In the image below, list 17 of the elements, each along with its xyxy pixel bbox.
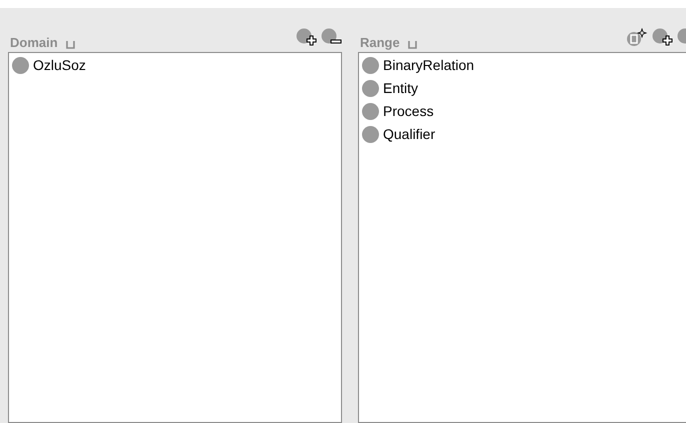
cup-icon bbox=[408, 41, 417, 49]
panel-title: Domain bbox=[10, 36, 58, 49]
cup-icon bbox=[66, 41, 75, 49]
class-icon bbox=[362, 57, 379, 74]
list-item[interactable]: BinaryRelation bbox=[383, 55, 474, 76]
list-item[interactable]: Qualifier bbox=[383, 124, 436, 145]
add-icon[interactable] bbox=[295, 28, 317, 48]
list-item[interactable]: OzluSoz bbox=[33, 55, 86, 76]
class-icon bbox=[362, 103, 379, 120]
new-document-icon[interactable] bbox=[626, 28, 648, 48]
class-icon bbox=[362, 126, 379, 143]
list-item[interactable]: Entity bbox=[383, 78, 418, 99]
class-icon bbox=[362, 80, 379, 97]
list-item[interactable]: Process bbox=[383, 101, 434, 122]
panel-title: Range bbox=[360, 36, 400, 49]
class-icon bbox=[12, 57, 29, 74]
add-icon[interactable] bbox=[651, 28, 673, 48]
